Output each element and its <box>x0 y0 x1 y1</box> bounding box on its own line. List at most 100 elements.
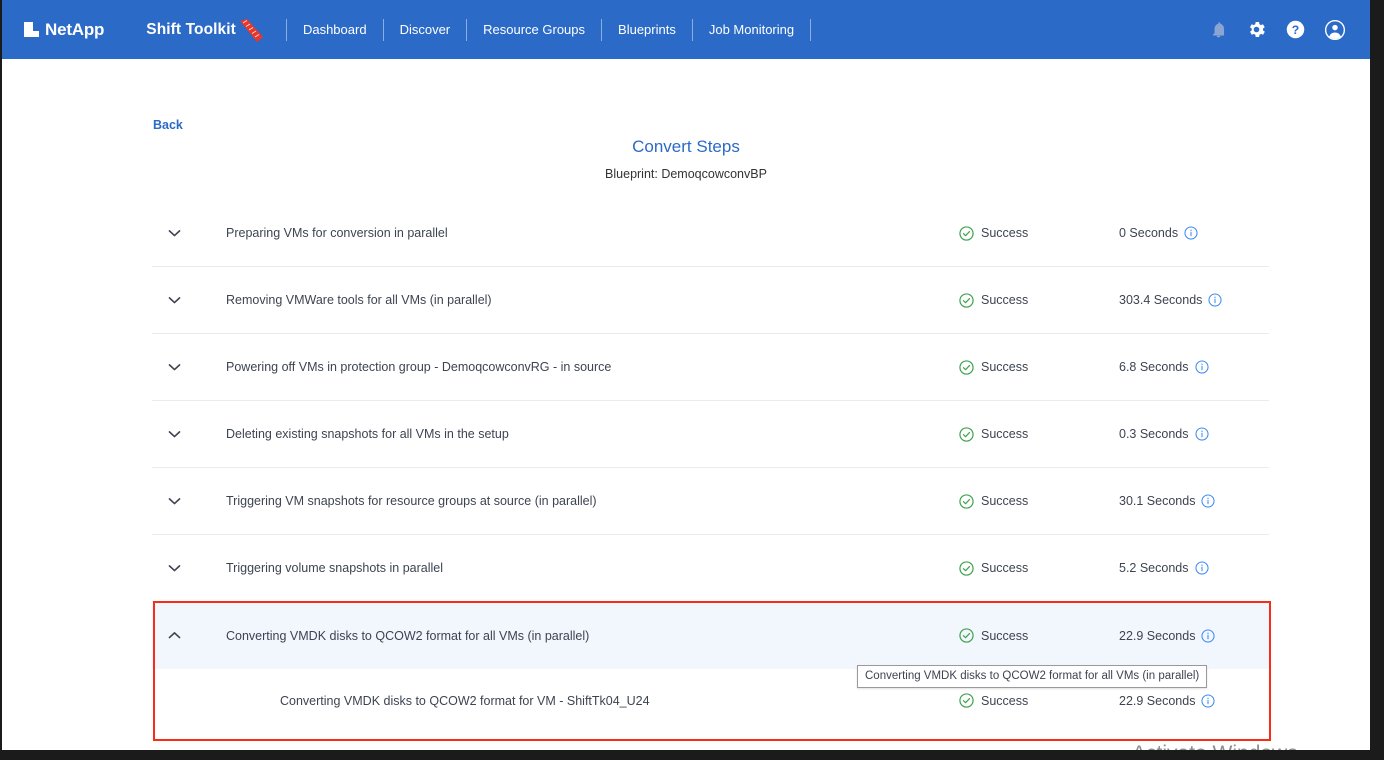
chevron-down-icon[interactable] <box>152 561 196 576</box>
status-label: Success <box>981 628 1029 643</box>
duration-label: 303.4 Seconds <box>1119 293 1203 307</box>
duration-cell: 303.4 Seconds <box>1119 293 1269 307</box>
info-icon[interactable] <box>1201 693 1216 708</box>
chevron-down-icon[interactable] <box>152 293 196 308</box>
beta-ribbon-icon <box>238 18 264 42</box>
step-label: Removing VMWare tools for all VMs (in pa… <box>226 293 492 307</box>
duration-label: 30.1 Seconds <box>1119 494 1196 508</box>
step-label: Deleting existing snapshots for all VMs … <box>226 427 509 441</box>
app-title-group: Shift Toolkit <box>146 18 264 42</box>
chevron-up-icon[interactable] <box>152 628 196 643</box>
svg-text:?: ? <box>1292 23 1299 37</box>
success-check-icon <box>959 426 974 442</box>
table-row[interactable]: Triggering volume snapshots in parallel … <box>152 535 1269 602</box>
success-check-icon <box>959 359 974 375</box>
status-badge: Success <box>959 693 1119 708</box>
app-title: Shift Toolkit <box>146 20 236 38</box>
nav-icon-group: ? <box>1209 0 1360 59</box>
step-label: Powering off VMs in protection group - D… <box>226 360 612 374</box>
duration-cell: 22.9 Seconds <box>1119 694 1269 708</box>
duration-label: 0.3 Seconds <box>1119 427 1189 441</box>
convert-steps-list: Preparing VMs for conversion in parallel… <box>152 200 1269 732</box>
nav-link-blueprints[interactable]: Blueprints <box>602 19 692 41</box>
info-icon[interactable] <box>1201 628 1216 643</box>
success-check-icon <box>959 292 974 308</box>
tooltip: Converting VMDK disks to QCOW2 format fo… <box>857 665 1208 688</box>
status-badge: Success <box>959 225 1119 241</box>
nav-links: Dashboard Discover Resource Groups Bluep… <box>285 17 812 43</box>
table-row[interactable]: Preparing VMs for conversion in parallel… <box>152 200 1269 267</box>
status-badge: Success <box>959 292 1119 308</box>
info-icon[interactable] <box>1194 427 1209 441</box>
nav-link-discover[interactable]: Discover <box>384 19 467 41</box>
back-link[interactable]: Back <box>153 118 183 132</box>
duration-cell: 22.9 Seconds <box>1119 629 1269 643</box>
status-badge: Success <box>959 426 1119 442</box>
table-row[interactable]: Deleting existing snapshots for all VMs … <box>152 401 1269 468</box>
substep-label: Converting VMDK disks to QCOW2 format fo… <box>280 693 650 708</box>
status-badge: Success <box>959 493 1119 509</box>
duration-cell: 30.1 Seconds <box>1119 494 1269 508</box>
chevron-down-icon[interactable] <box>152 226 196 241</box>
duration-cell: 5.2 Seconds <box>1119 561 1269 575</box>
success-check-icon <box>959 628 974 643</box>
nav-link-job-monitoring[interactable]: Job Monitoring <box>693 19 810 41</box>
watermark-title: Activate Windows <box>1132 741 1337 750</box>
status-label: Success <box>981 561 1029 575</box>
top-navigation-bar: NetApp Shift Toolkit Dashboard Discover … <box>2 0 1370 59</box>
page-subtitle: Blueprint: DemoqcowconvBP <box>605 167 767 181</box>
table-row[interactable]: Removing VMWare tools for all VMs (in pa… <box>152 267 1269 334</box>
success-check-icon <box>959 493 974 509</box>
duration-label: 6.8 Seconds <box>1119 360 1189 374</box>
windows-activation-watermark: Activate Windows Go to Settings to activ… <box>1132 741 1337 750</box>
status-label: Success <box>981 293 1029 307</box>
duration-label: 22.9 Seconds <box>1119 628 1196 643</box>
duration-label: 5.2 Seconds <box>1119 561 1189 575</box>
info-icon[interactable] <box>1194 360 1209 374</box>
status-label: Success <box>981 494 1029 508</box>
status-label: Success <box>981 693 1029 708</box>
status-label: Success <box>981 427 1029 441</box>
nav-divider <box>810 18 812 41</box>
screenshot-frame: NetApp Shift Toolkit Dashboard Discover … <box>0 0 1384 760</box>
table-row[interactable]: Triggering VM snapshots for resource gro… <box>152 468 1269 535</box>
duration-cell: 0 Seconds <box>1119 226 1269 240</box>
page-content: Back Convert Steps Blueprint: Demoqcowco… <box>2 59 1370 750</box>
netapp-logo[interactable]: NetApp <box>24 20 104 40</box>
page-title: Convert Steps <box>632 137 740 156</box>
status-label: Success <box>981 360 1029 374</box>
netapp-logo-icon <box>24 22 39 37</box>
brand-label: NetApp <box>45 19 105 39</box>
step-label: Triggering VM snapshots for resource gro… <box>226 494 597 508</box>
table-row[interactable]: Powering off VMs in protection group - D… <box>152 334 1269 401</box>
help-circle-icon[interactable]: ? <box>1285 19 1306 40</box>
success-check-icon <box>959 693 974 708</box>
duration-label: 22.9 Seconds <box>1119 693 1196 708</box>
chevron-down-icon[interactable] <box>152 360 196 375</box>
info-icon[interactable] <box>1184 226 1198 240</box>
success-check-icon <box>959 225 974 241</box>
info-icon[interactable] <box>1194 561 1209 575</box>
status-badge: Success <box>959 359 1119 375</box>
status-badge: Success <box>959 628 1119 643</box>
chevron-down-icon[interactable] <box>152 494 196 509</box>
info-icon[interactable] <box>1208 293 1222 307</box>
duration-cell: 0.3 Seconds <box>1119 427 1269 441</box>
step-label: Preparing VMs for conversion in parallel <box>226 226 448 240</box>
step-label: Triggering volume snapshots in parallel <box>226 561 444 575</box>
success-check-icon <box>959 560 974 576</box>
account-circle-icon[interactable] <box>1324 19 1346 41</box>
chevron-down-icon[interactable] <box>152 427 196 442</box>
duration-label: 0 Seconds <box>1119 226 1179 240</box>
browser-viewport: NetApp Shift Toolkit Dashboard Discover … <box>2 0 1370 750</box>
status-label: Success <box>981 226 1029 240</box>
duration-cell: 6.8 Seconds <box>1119 360 1269 374</box>
nav-link-resource-groups[interactable]: Resource Groups <box>467 19 601 41</box>
status-badge: Success <box>959 560 1119 576</box>
info-icon[interactable] <box>1201 494 1216 508</box>
gear-icon[interactable] <box>1246 19 1267 40</box>
nav-link-dashboard[interactable]: Dashboard <box>287 19 383 41</box>
table-row-expanded[interactable]: Converting VMDK disks to QCOW2 format fo… <box>152 602 1269 669</box>
step-label: Converting VMDK disks to QCOW2 format fo… <box>226 628 590 643</box>
notification-bell-icon[interactable] <box>1209 20 1228 39</box>
